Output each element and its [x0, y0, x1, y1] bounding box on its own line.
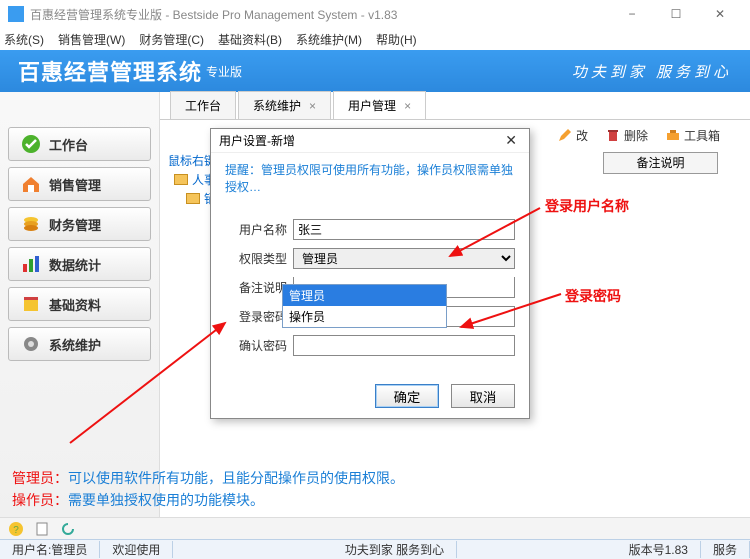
confirm-password-input[interactable] — [293, 335, 515, 356]
page-icon[interactable] — [34, 521, 50, 537]
sidebar: 工作台 销售管理 财务管理 数据统计 基础资料 系统维护 — [0, 92, 160, 532]
sidebar-label: 系统维护 — [49, 335, 101, 354]
gear-icon — [21, 334, 41, 354]
ok-button[interactable]: 确定 — [375, 384, 439, 408]
brand-title: 百惠经营管理系统 — [18, 55, 202, 87]
tab-close-icon[interactable]: × — [309, 99, 316, 113]
cancel-button[interactable]: 取消 — [451, 384, 515, 408]
dialog-titlebar: 用户设置-新增 ✕ — [211, 129, 529, 153]
folder-icon — [186, 193, 200, 204]
label-pwd: 登录密码 — [225, 308, 287, 325]
tool-modify[interactable]: 改 — [558, 127, 588, 144]
footnote-label: 管理员： — [12, 470, 68, 486]
menubar: 系统(S) 销售管理(W) 财务管理(C) 基础资料(B) 系统维护(M) 帮助… — [0, 28, 750, 50]
tab-workbench[interactable]: 工作台 — [170, 91, 236, 119]
footnotes: 管理员：可以使用软件所有功能，且能分配操作员的使用权限。 操作员：需要单独授权使… — [12, 467, 404, 511]
pencil-icon — [558, 128, 572, 142]
folder-icon — [174, 174, 188, 185]
titlebar: 百惠经营管理系统专业版 - Bestside Pro Management Sy… — [0, 0, 750, 28]
menu-finance[interactable]: 财务管理(C) — [139, 31, 204, 48]
sidebar-label: 工作台 — [49, 135, 88, 154]
minimize-button[interactable]: − — [610, 0, 654, 28]
tool-delete[interactable]: 删除 — [606, 127, 648, 144]
sidebar-label: 财务管理 — [49, 215, 101, 234]
sidebar-item-sales[interactable]: 销售管理 — [8, 167, 151, 201]
svg-text:?: ? — [13, 525, 19, 536]
dropdown-option[interactable]: 管理员 — [283, 285, 446, 306]
annotation-username: 登录用户名称 — [545, 196, 629, 216]
label-note: 备注说明 — [225, 279, 287, 296]
tool-toolbox[interactable]: 工具箱 — [666, 127, 720, 144]
statusbar: 用户名:管理员 欢迎使用 功夫到家 服务到心 版本号1.83 服务 — [0, 539, 750, 559]
window-title: 百惠经营管理系统专业版 - Bestside Pro Management Sy… — [30, 6, 397, 23]
sidebar-item-workbench[interactable]: 工作台 — [8, 127, 151, 161]
sidebar-item-finance[interactable]: 财务管理 — [8, 207, 151, 241]
bottom-iconbar: ? — [0, 517, 750, 539]
refresh-icon[interactable] — [60, 521, 76, 537]
tab-users[interactable]: 用户管理× — [333, 91, 426, 119]
status-welcome: 欢迎使用 — [100, 541, 173, 558]
tab-maintain[interactable]: 系统维护× — [238, 91, 331, 119]
dialog-title: 用户设置-新增 — [219, 132, 295, 149]
sidebar-item-maintain[interactable]: 系统维护 — [8, 327, 151, 361]
brandbar: 百惠经营管理系统 专业版 功夫到家 服务到心 — [0, 50, 750, 92]
book-icon — [21, 294, 41, 314]
menu-system[interactable]: 系统(S) — [4, 31, 44, 48]
app-logo-icon — [8, 6, 24, 22]
status-version: 版本号1.83 — [617, 541, 701, 558]
username-input[interactable] — [293, 219, 515, 240]
bars-icon — [21, 254, 41, 274]
sidebar-label: 基础资料 — [49, 295, 101, 314]
dialog-hint: 提醒：管理员权限可使用所有功能，操作员权限需单独授权… — [225, 161, 515, 195]
sidebar-item-stats[interactable]: 数据统计 — [8, 247, 151, 281]
menu-help[interactable]: 帮助(H) — [376, 31, 417, 48]
status-center: 功夫到家 服务到心 — [333, 541, 457, 558]
sidebar-item-basic[interactable]: 基础资料 — [8, 287, 151, 321]
close-button[interactable]: ✕ — [698, 0, 742, 28]
user-settings-dialog: 用户设置-新增 ✕ 提醒：管理员权限可使用所有功能，操作员权限需单独授权… 用户… — [210, 128, 530, 419]
dialog-close-button[interactable]: ✕ — [501, 132, 521, 149]
footnote-text: 需要单独授权使用的功能模块。 — [68, 492, 264, 508]
trash-icon — [606, 128, 620, 142]
menu-sales[interactable]: 销售管理(W) — [58, 31, 125, 48]
dropdown-option[interactable]: 操作员 — [283, 306, 446, 327]
help-icon[interactable]: ? — [8, 521, 24, 537]
coins-icon — [21, 214, 41, 234]
footnote-label: 操作员： — [12, 492, 68, 508]
brand-slogan: 功夫到家 服务到心 — [572, 61, 732, 82]
status-service: 服务 — [701, 541, 750, 558]
role-dropdown: 管理员 操作员 — [282, 284, 447, 328]
status-user: 用户名:管理员 — [0, 541, 100, 558]
role-select[interactable]: 管理员 — [293, 248, 515, 269]
annotation-password: 登录密码 — [565, 286, 621, 306]
toolbox-icon — [666, 128, 680, 142]
brand-edition: 专业版 — [206, 63, 242, 80]
label-username: 用户名称 — [225, 221, 287, 238]
footnote-text: 可以使用软件所有功能，且能分配操作员的使用权限。 — [68, 470, 404, 486]
check-circle-icon — [21, 134, 41, 154]
tab-close-icon[interactable]: × — [404, 99, 411, 113]
house-icon — [21, 174, 41, 194]
menu-maintain[interactable]: 系统维护(M) — [296, 31, 362, 48]
label-role: 权限类型 — [225, 250, 287, 267]
tabs: 工作台 系统维护× 用户管理× — [160, 92, 750, 120]
menu-basic[interactable]: 基础资料(B) — [218, 31, 282, 48]
sidebar-label: 销售管理 — [49, 175, 101, 194]
sidebar-label: 数据统计 — [49, 255, 101, 274]
note-header: 备注说明 — [603, 152, 718, 174]
label-pwd2: 确认密码 — [225, 337, 287, 354]
maximize-button[interactable]: ☐ — [654, 0, 698, 28]
